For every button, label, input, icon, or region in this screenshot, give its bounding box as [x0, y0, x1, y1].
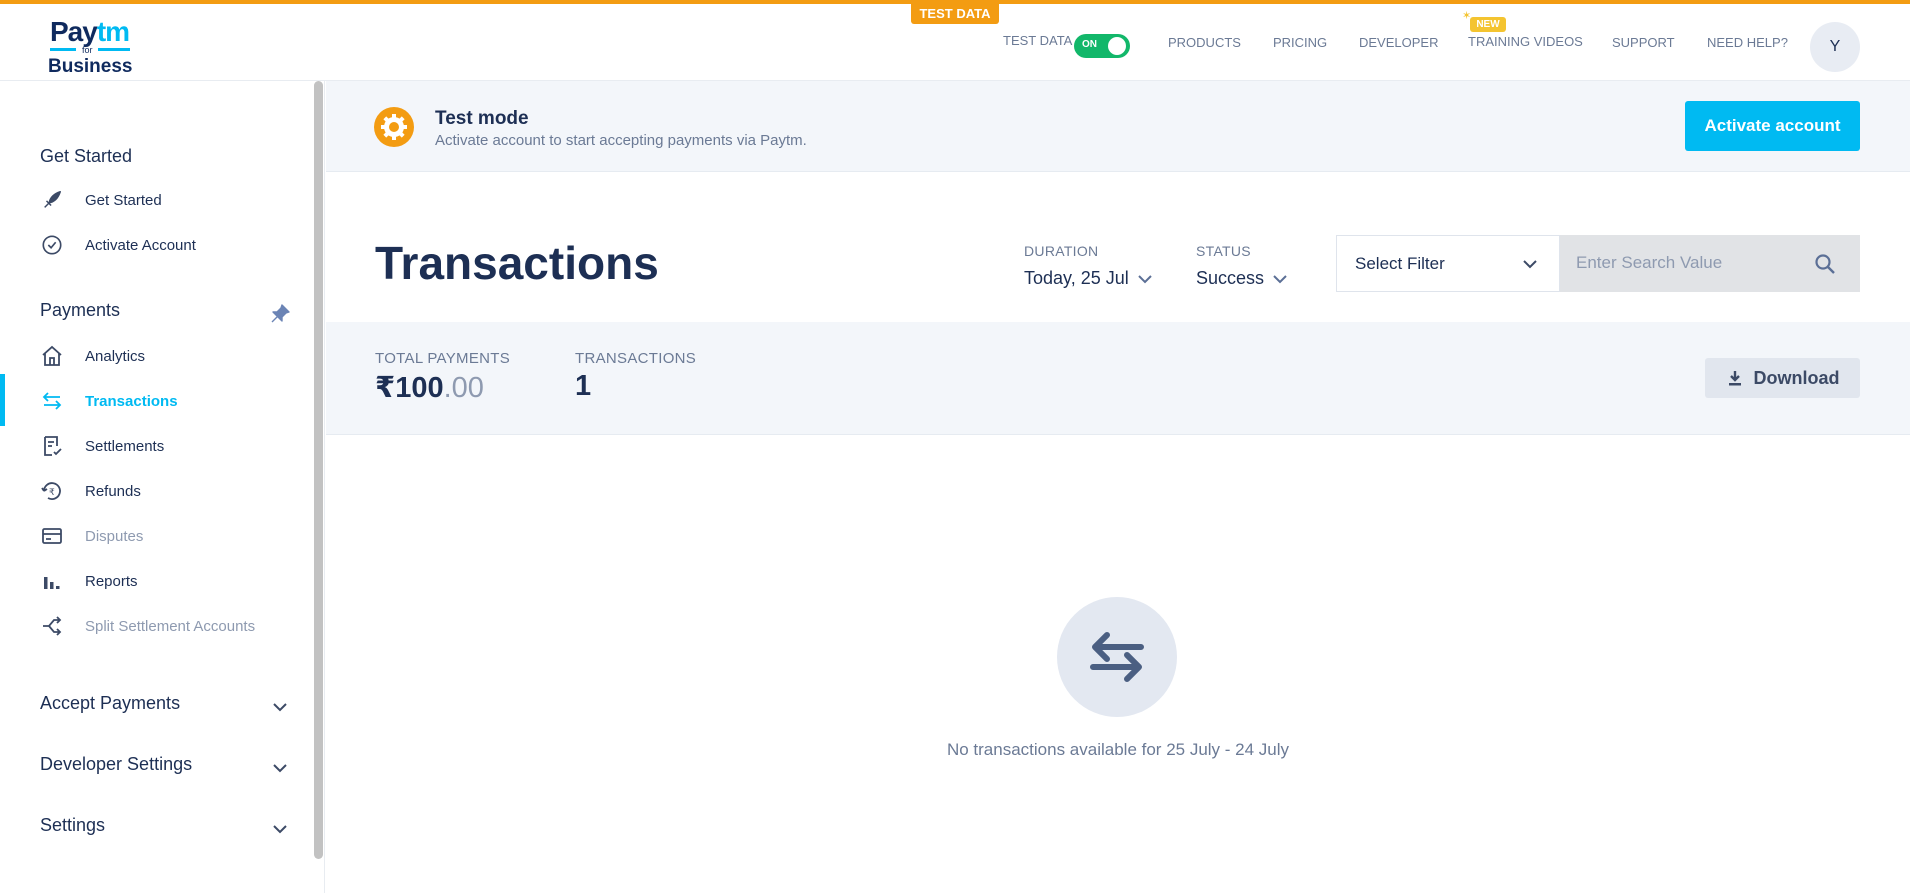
card-icon — [40, 524, 64, 548]
status-label: STATUS — [1196, 243, 1251, 259]
total-whole: 100 — [395, 372, 444, 404]
page-title: Transactions — [375, 237, 659, 289]
settlement-icon — [40, 434, 64, 458]
sidebar-item-label: Disputes — [85, 527, 144, 545]
sidebar-item-label: Settlements — [85, 437, 165, 455]
nav-training-videos[interactable]: TRAINING VIDEOS — [1468, 34, 1583, 49]
total-payments-label: TOTAL PAYMENTS — [375, 350, 511, 367]
test-data-badge: TEST DATA — [911, 4, 999, 24]
sidebar-item-reports[interactable]: Reports — [0, 561, 300, 601]
logo-pay: Pay — [50, 16, 98, 47]
search-box — [1560, 235, 1860, 292]
logo-bar-right — [98, 48, 130, 51]
pin-icon[interactable] — [268, 302, 292, 326]
logo-business: Business — [48, 56, 133, 77]
refund-icon: ₹ — [40, 479, 64, 503]
sidebar-item-split-settlement-accounts[interactable]: Split Settlement Accounts — [0, 606, 300, 646]
toggle-on-label: ON — [1082, 39, 1097, 50]
svg-text:₹: ₹ — [49, 488, 55, 498]
select-filter-dropdown[interactable]: Select Filter — [1336, 235, 1560, 292]
sidebar: Get Started Get Started Activate Account… — [0, 81, 325, 893]
sidebar-item-label: Refunds — [85, 482, 141, 500]
nav-pricing[interactable]: PRICING — [1273, 35, 1327, 50]
search-input[interactable] — [1576, 247, 1806, 279]
activate-account-button[interactable]: Activate account — [1685, 101, 1860, 151]
download-button[interactable]: Download — [1705, 358, 1860, 398]
rocket-icon — [40, 188, 64, 212]
duration-label: DURATION — [1024, 243, 1099, 259]
sidebar-item-get-started[interactable]: Get Started — [0, 180, 300, 220]
paytm-business-logo[interactable]: Paytm for Business — [48, 14, 138, 78]
transactions-count-value: 1 — [575, 370, 592, 402]
sidebar-item-label: Get Started — [85, 191, 162, 209]
sidebar-item-transactions[interactable]: Transactions — [0, 381, 300, 421]
currency-symbol: ₹ — [375, 372, 396, 404]
chevron-down-icon — [1273, 274, 1287, 283]
toggle-knob — [1108, 37, 1126, 55]
sidebar-item-analytics[interactable]: Analytics — [0, 336, 300, 376]
chevron-down-icon[interactable] — [271, 759, 289, 777]
chevron-down-icon — [1523, 260, 1537, 269]
sidebar-item-label: Reports — [85, 572, 138, 590]
nav-support[interactable]: SUPPORT — [1612, 35, 1675, 50]
download-label: Download — [1753, 367, 1840, 388]
sidebar-item-disputes[interactable]: Disputes — [0, 516, 300, 556]
logo-bar-left — [50, 48, 76, 51]
home-icon — [40, 344, 64, 368]
sidebar-item-label: Analytics — [85, 347, 146, 365]
sidebar-item-refunds[interactable]: ₹ Refunds — [0, 471, 300, 511]
banner-title: Test mode — [435, 108, 529, 129]
total-payments-value: ₹100.00 — [375, 370, 484, 405]
status-dropdown[interactable]: Success — [1196, 268, 1288, 289]
sidebar-item-label: Transactions — [85, 392, 178, 410]
duration-dropdown[interactable]: Today, 25 Jul — [1024, 268, 1153, 289]
duration-value: Today, 25 Jul — [1024, 268, 1129, 288]
bar-chart-icon — [40, 569, 64, 593]
logo-tm: tm — [96, 16, 130, 47]
test-data-toggle[interactable]: ON — [1074, 34, 1130, 58]
section-developer-settings[interactable]: Developer Settings — [40, 754, 192, 775]
sidebar-item-label: Activate Account — [85, 236, 196, 254]
empty-state-transfer-icon — [1057, 597, 1177, 717]
sidebar-scrollbar[interactable] — [314, 81, 323, 859]
sidebar-item-settlements[interactable]: Settlements — [0, 426, 300, 466]
logo-for: for — [82, 45, 93, 55]
transactions-count-label: TRANSACTIONS — [575, 350, 697, 367]
nav-products[interactable]: PRODUCTS — [1168, 35, 1241, 50]
select-filter-label: Select Filter — [1355, 254, 1445, 273]
status-value: Success — [1196, 268, 1265, 288]
nav-developer[interactable]: DEVELOPER — [1359, 35, 1438, 50]
chevron-down-icon — [1138, 274, 1152, 283]
banner-subtitle: Activate account to start accepting paym… — [435, 132, 807, 149]
transfer-icon — [40, 389, 64, 413]
section-get-started: Get Started — [40, 146, 133, 166]
chevron-down-icon[interactable] — [271, 820, 289, 838]
gear-icon — [374, 107, 414, 147]
logo-wordmark: Paytm — [50, 16, 130, 47]
section-settings[interactable]: Settings — [40, 815, 105, 836]
sidebar-item-activate-account[interactable]: Activate Account — [0, 225, 300, 265]
sidebar-item-label: Split Settlement Accounts — [85, 617, 256, 635]
section-payments: Payments — [40, 300, 121, 320]
total-decimal: .00 — [443, 372, 484, 404]
empty-state-message: No transactions available for 25 July - … — [946, 740, 1290, 759]
user-avatar[interactable]: Y — [1810, 22, 1860, 72]
test-mode-banner: Test mode Activate account to start acce… — [326, 81, 1910, 172]
nav-need-help[interactable]: NEED HELP? — [1707, 35, 1788, 50]
section-accept-payments[interactable]: Accept Payments — [40, 693, 180, 714]
chevron-down-icon[interactable] — [271, 698, 289, 716]
split-icon — [40, 614, 64, 638]
new-badge: NEW — [1470, 17, 1506, 32]
download-icon — [1728, 371, 1741, 386]
transactions-summary: TOTAL PAYMENTS ₹100.00 TRANSACTIONS 1 Do… — [326, 322, 1910, 435]
search-icon[interactable] — [1814, 253, 1836, 275]
test-data-label: TEST DATA — [1003, 33, 1073, 48]
check-circle-icon — [40, 233, 64, 257]
